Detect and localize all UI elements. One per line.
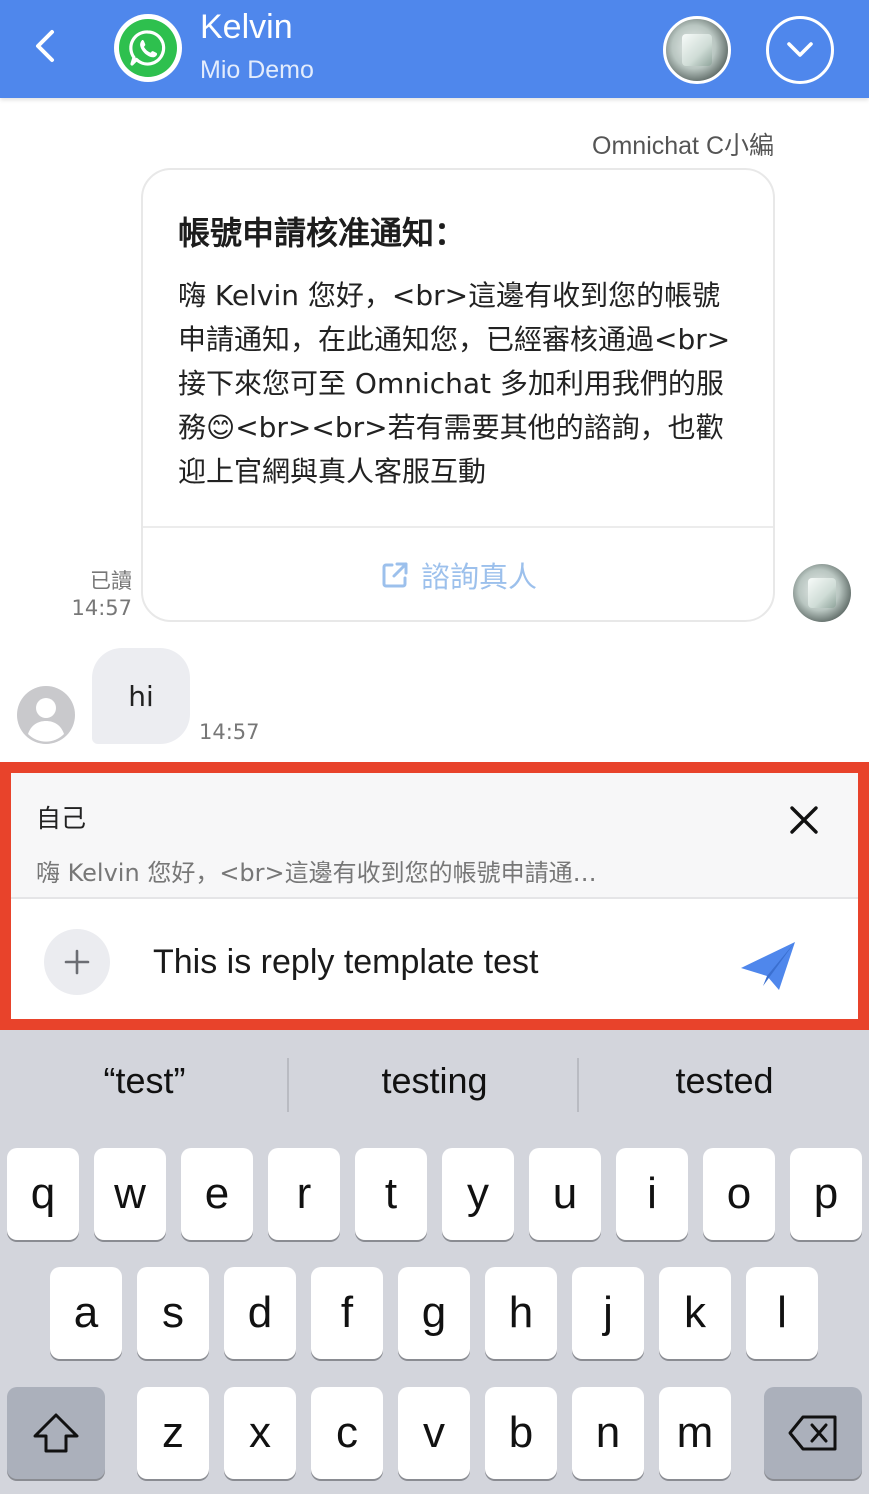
contact-subtitle: Mio Demo — [200, 56, 314, 84]
quoted-message-preview: 自己 嗨 Kelvin 您好，<br>這邊有收到您的帳號申請通… — [11, 773, 858, 899]
chat-header: Kelvin Mio Demo — [0, 0, 869, 98]
external-link-icon — [382, 562, 408, 588]
key-i[interactable]: i — [616, 1148, 688, 1240]
back-button[interactable] — [28, 24, 62, 68]
key-o[interactable]: o — [703, 1148, 775, 1240]
close-quote-button[interactable] — [781, 797, 827, 843]
incoming-message-text: hi — [128, 679, 154, 713]
send-icon — [741, 942, 795, 990]
template-title: 帳號申請核准通知： — [178, 214, 467, 252]
shift-icon — [33, 1413, 79, 1453]
suggestion-2[interactable]: testing — [290, 1060, 579, 1102]
shift-key[interactable] — [7, 1387, 105, 1479]
predictive-text-bar: “test” testing tested — [0, 1030, 869, 1140]
chevron-left-icon — [36, 30, 54, 62]
template-body: 嗨 Kelvin 您好，<br>這邊有收到您的帳號申請通知，在此通知您，已經審核… — [178, 279, 731, 488]
key-h[interactable]: h — [485, 1267, 557, 1359]
header-menu-button[interactable] — [766, 16, 834, 84]
close-icon — [790, 806, 818, 834]
whatsapp-channel-badge — [114, 14, 182, 82]
key-w[interactable]: w — [94, 1148, 166, 1240]
key-a[interactable]: a — [50, 1267, 122, 1359]
suggestion-1[interactable]: “test” — [0, 1060, 289, 1102]
backspace-key[interactable] — [764, 1387, 862, 1479]
reply-input[interactable] — [153, 939, 713, 985]
person-icon — [28, 698, 64, 742]
key-b[interactable]: b — [485, 1387, 557, 1479]
suggestion-divider — [577, 1058, 579, 1112]
suggestion-divider — [287, 1058, 289, 1112]
key-q[interactable]: q — [7, 1148, 79, 1240]
contact-avatar[interactable] — [663, 16, 731, 84]
backspace-icon — [788, 1415, 837, 1451]
incoming-message-time: 14:57 — [199, 720, 260, 744]
contact-name: Kelvin — [200, 8, 293, 46]
whatsapp-icon — [129, 30, 166, 66]
key-y[interactable]: y — [442, 1148, 514, 1240]
key-x[interactable]: x — [224, 1387, 296, 1479]
quote-author: 自己 — [36, 804, 87, 833]
key-s[interactable]: s — [137, 1267, 209, 1359]
system-keyboard: “test” testing tested q w e r t y u i o … — [0, 1030, 869, 1494]
suggestion-3[interactable]: tested — [580, 1060, 869, 1102]
key-f[interactable]: f — [311, 1267, 383, 1359]
card-divider — [143, 526, 773, 528]
send-button[interactable] — [735, 937, 801, 997]
key-g[interactable]: g — [398, 1267, 470, 1359]
key-d[interactable]: d — [224, 1267, 296, 1359]
agent-avatar — [793, 564, 851, 622]
reply-composer: 自己 嗨 Kelvin 您好，<br>這邊有收到您的帳號申請通… — [0, 762, 869, 1030]
sender-label: Omnichat C小編 — [592, 132, 774, 160]
template-message-card: 帳號申請核准通知： 嗨 Kelvin 您好，<br>這邊有收到您的帳號申請通知，… — [141, 168, 775, 622]
key-v[interactable]: v — [398, 1387, 470, 1479]
key-e[interactable]: e — [181, 1148, 253, 1240]
chevron-down-icon — [787, 42, 813, 57]
add-attachment-button[interactable] — [44, 929, 110, 995]
key-l[interactable]: l — [746, 1267, 818, 1359]
key-r[interactable]: r — [268, 1148, 340, 1240]
key-z[interactable]: z — [137, 1387, 209, 1479]
incoming-message-bubble: hi — [92, 648, 190, 744]
read-receipt: 已讀 14:57 — [60, 568, 132, 622]
contact-agent-button[interactable]: 諮詢真人 — [143, 530, 773, 620]
quote-text: 嗨 Kelvin 您好，<br>這邊有收到您的帳號申請通… — [36, 859, 597, 887]
read-time: 14:57 — [71, 596, 132, 620]
contact-agent-label: 諮詢真人 — [420, 560, 537, 594]
key-u[interactable]: u — [529, 1148, 601, 1240]
key-c[interactable]: c — [311, 1387, 383, 1479]
user-avatar — [17, 686, 75, 744]
key-p[interactable]: p — [790, 1148, 862, 1240]
plus-icon — [64, 949, 90, 975]
read-label: 已讀 — [90, 569, 132, 593]
key-n[interactable]: n — [572, 1387, 644, 1479]
key-t[interactable]: t — [355, 1148, 427, 1240]
key-j[interactable]: j — [572, 1267, 644, 1359]
key-m[interactable]: m — [659, 1387, 731, 1479]
key-k[interactable]: k — [659, 1267, 731, 1359]
